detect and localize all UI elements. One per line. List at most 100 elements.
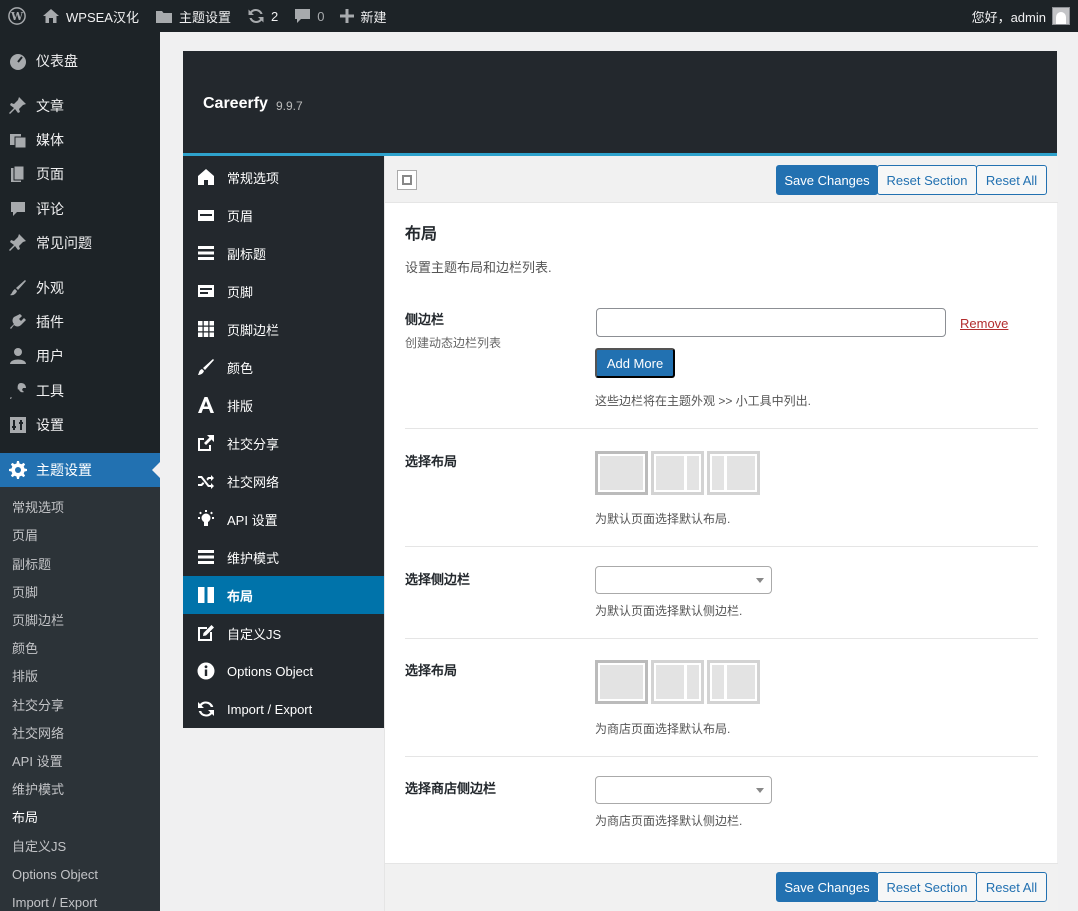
my-account[interactable]: 您好，admin (972, 0, 1070, 32)
menu-posts[interactable]: 文章 (0, 89, 160, 123)
panel-nav-social-share[interactable]: 社交分享 (183, 424, 384, 462)
panel-nav-footer-sidebar[interactable]: 页脚边栏 (183, 310, 384, 348)
panel-nav-label: 页脚边栏 (227, 322, 280, 338)
panel-nav-label: 社交分享 (227, 436, 280, 452)
menu-label: 用户 (36, 348, 64, 364)
panel-nav-social-network[interactable]: 社交网络 (183, 462, 384, 500)
expand-options-icon[interactable] (397, 170, 417, 190)
submenu-item[interactable]: 副标题 (12, 551, 51, 579)
header-icon (198, 210, 214, 221)
shop-sidebar-label: 选择商店侧边栏 (405, 781, 497, 796)
panel-nav-label: 布局 (227, 588, 254, 604)
submenu-item[interactable]: Import / Export (12, 889, 97, 911)
submenu-item[interactable]: 排版 (12, 663, 38, 691)
menu-media[interactable]: 媒体 (0, 123, 160, 157)
sidebar-name-input[interactable] (596, 308, 946, 337)
menu-pages[interactable]: 页面 (0, 157, 160, 191)
panel-title: Careerfy (203, 95, 268, 112)
remove-sidebar-link[interactable]: Remove (960, 316, 1008, 331)
site-name-link[interactable]: WPSEA汉化 (34, 0, 147, 32)
submenu-item[interactable]: Options Object (12, 861, 98, 889)
wordpress-logo-button[interactable]: W (0, 0, 34, 32)
menu-comments[interactable]: 评论 (0, 192, 160, 226)
submenu-item[interactable]: 社交分享 (12, 692, 64, 720)
panel-nav-general[interactable]: 常规选项 (183, 158, 384, 196)
menu-label: 页面 (36, 166, 64, 182)
save-changes-button[interactable]: Save Changes (776, 165, 878, 195)
panel-nav-footer[interactable]: 页脚 (183, 272, 384, 310)
lightbulb-icon (198, 510, 214, 526)
submenu-item[interactable]: 维护模式 (12, 776, 64, 804)
submenu-item-current[interactable]: 布局 (12, 804, 38, 832)
add-more-button[interactable]: Add More (595, 348, 675, 378)
menu-tools[interactable]: 工具 (0, 374, 160, 408)
shop-sidebar-dropdown[interactable] (595, 776, 772, 804)
menu-plugins[interactable]: 插件 (0, 305, 160, 339)
theme-settings-link[interactable]: 主题设置 (147, 0, 239, 32)
admin-bar: W WPSEA汉化 主题设置 2 0 新建 您好，admin (0, 0, 1078, 32)
layout-field-description: 为默认页面选择默认布局. (595, 512, 731, 526)
divider (405, 756, 1038, 757)
reset-section-button-bottom[interactable]: Reset Section (877, 872, 977, 902)
plus-icon (340, 9, 355, 23)
updates-link[interactable]: 2 (239, 0, 286, 32)
panel-nav-label: 页脚 (227, 284, 254, 300)
reset-all-button-bottom[interactable]: Reset All (976, 872, 1047, 902)
panel-nav-options-object[interactable]: Options Object (183, 652, 384, 690)
settings-sliders-icon (10, 417, 26, 433)
shop-layout-left-sidebar-option[interactable] (707, 660, 760, 704)
shop-layout-right-sidebar-option[interactable] (651, 660, 704, 704)
page-icon (11, 165, 25, 182)
panel-nav-layout[interactable]: 布局 (183, 576, 384, 614)
panel-nav-colors[interactable]: 颜色 (183, 348, 384, 386)
submenu-item[interactable]: 社交网络 (12, 720, 64, 748)
submenu-item[interactable]: 颜色 (12, 635, 38, 663)
panel-nav-api[interactable]: API 设置 (183, 500, 384, 538)
shop-layout-full-width-option[interactable] (595, 660, 648, 704)
panel-nav-label: 排版 (227, 398, 254, 414)
shop-layout-selector (595, 660, 760, 704)
font-icon (198, 397, 214, 413)
menu-lines-icon (198, 246, 214, 260)
submenu-item[interactable]: 页眉 (12, 522, 38, 550)
menu-users[interactable]: 用户 (0, 339, 160, 373)
panel-nav-maintenance[interactable]: 维护模式 (183, 538, 384, 576)
share-icon (198, 435, 214, 451)
edit-icon (198, 625, 214, 641)
panel-nav-import-export[interactable]: Import / Export (183, 690, 384, 728)
menu-faq[interactable]: 常见问题 (0, 226, 160, 260)
menu-theme-settings[interactable]: 主题设置 (0, 453, 160, 487)
section-description: 设置主题布局和边栏列表. (405, 260, 552, 275)
comments-count: 0 (317, 8, 325, 24)
submenu-item[interactable]: 页脚 (12, 579, 38, 607)
panel-nav-custom-js[interactable]: 自定义JS (183, 614, 384, 652)
select-sidebar-dropdown[interactable] (595, 566, 772, 594)
layout-left-sidebar-option[interactable] (707, 451, 760, 495)
submenu-item[interactable]: 常规选项 (12, 494, 64, 522)
layout-right-sidebar-option[interactable] (651, 451, 704, 495)
save-changes-button-bottom[interactable]: Save Changes (776, 872, 878, 902)
panel-nav-label: 页眉 (227, 208, 254, 224)
wrench-icon (10, 383, 26, 399)
columns-icon (198, 587, 214, 603)
menu-label: 文章 (36, 98, 64, 114)
submenu-item[interactable]: API 设置 (12, 748, 63, 776)
greeting: 您好，admin (971, 9, 1046, 25)
menu-settings[interactable]: 设置 (0, 408, 160, 442)
new-content-link[interactable]: 新建 (332, 0, 394, 32)
menu-label: 设置 (36, 417, 64, 433)
reset-section-button[interactable]: Reset Section (877, 165, 977, 195)
menu-appearance[interactable]: 外观 (0, 271, 160, 305)
panel-nav-subheader[interactable]: 副标题 (183, 234, 384, 272)
reset-all-button[interactable]: Reset All (976, 165, 1047, 195)
menu-dashboard[interactable]: 仪表盘 (0, 44, 160, 78)
shop-sidebar-description: 为商店页面选择默认侧边栏. (595, 814, 743, 828)
comments-link[interactable]: 0 (286, 0, 332, 32)
panel-nav-header[interactable]: 页眉 (183, 196, 384, 234)
layout-full-width-option[interactable] (595, 451, 648, 495)
panel-nav-typography[interactable]: 排版 (183, 386, 384, 424)
panel-nav-label: Options Object (227, 663, 313, 679)
theme-settings-submenu: 常规选项 页眉 副标题 页脚 页脚边栏 颜色 排版 社交分享 社交网络 API … (0, 487, 160, 911)
submenu-item[interactable]: 自定义JS (12, 833, 66, 861)
submenu-item[interactable]: 页脚边栏 (12, 607, 64, 635)
